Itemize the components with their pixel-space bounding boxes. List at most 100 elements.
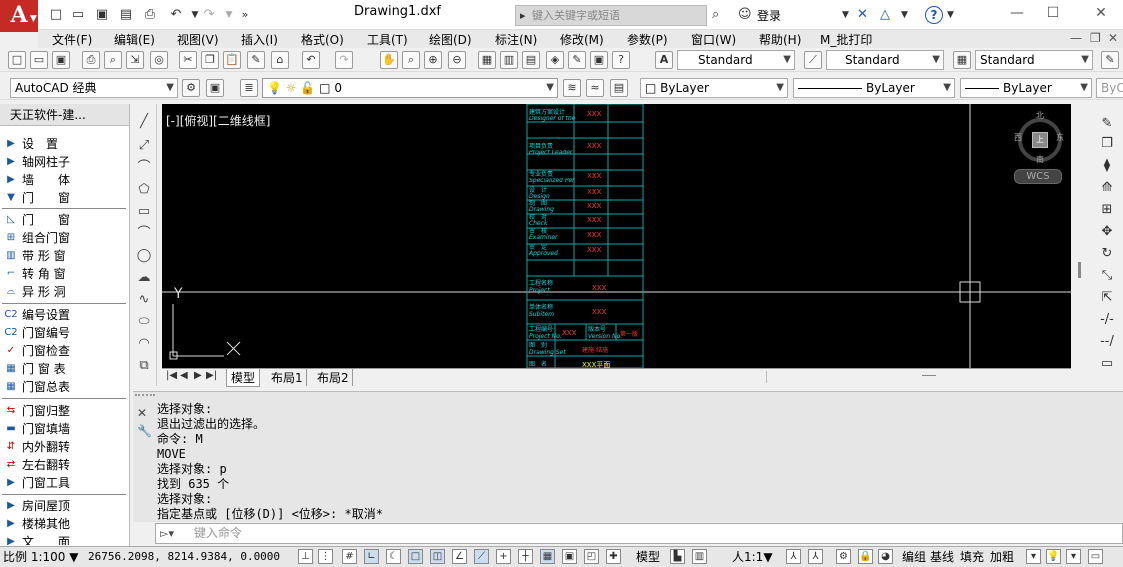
construction-line-icon[interactable]: ⤢ bbox=[135, 138, 153, 156]
zoom-window-icon[interactable]: ⊕ bbox=[424, 51, 442, 69]
publish-icon[interactable]: ⇲ bbox=[126, 51, 144, 69]
copy-object-icon[interactable]: ❐ bbox=[1098, 136, 1116, 154]
category-doors-windows[interactable]: ▼ 门 窗 bbox=[0, 189, 128, 207]
insert-block-icon[interactable]: ⧉ bbox=[135, 358, 153, 376]
table-style-icon[interactable]: ▦ bbox=[953, 51, 971, 69]
scale-icon[interactable]: ⤡ bbox=[1098, 268, 1116, 286]
text-style-dropdown[interactable]: Standard ▼ bbox=[677, 50, 795, 70]
close-button[interactable]: ✕ bbox=[1084, 2, 1118, 24]
category-rooms-roofs[interactable]: ▶ 房间屋顶 bbox=[0, 497, 128, 515]
customize-command-icon[interactable]: 🔧 bbox=[137, 424, 152, 438]
transparency-icon[interactable]: ▦ bbox=[540, 549, 555, 564]
plotstyle-dropdown[interactable]: ByCo bbox=[1096, 78, 1123, 98]
tab-model[interactable]: 模型 bbox=[226, 369, 261, 387]
model-space-button[interactable]: 模型 bbox=[636, 547, 660, 567]
viewcube-face[interactable]: 上 bbox=[1032, 132, 1048, 148]
linetype-dropdown[interactable]: ByLayer ▼ bbox=[793, 78, 955, 98]
layer-states-icon[interactable]: ▤ bbox=[610, 79, 628, 97]
menu-parameters[interactable]: 参数(P) bbox=[627, 31, 668, 48]
copy-icon[interactable]: ❐ bbox=[201, 51, 219, 69]
tab-layout1[interactable]: 布局1 bbox=[268, 369, 307, 386]
command-input[interactable]: ▻▾ 键入命令 bbox=[155, 523, 1123, 544]
tool-corner-window[interactable]: ⌐ 转 角 窗 bbox=[0, 265, 128, 283]
tool-strip-window[interactable]: ▥ 带 形 窗 bbox=[0, 247, 128, 265]
coordinates-readout[interactable]: 26756.2098, 8214.9384, 0.0000 bbox=[88, 547, 280, 567]
ortho-icon[interactable]: ∟ bbox=[364, 549, 379, 564]
extend-icon[interactable]: --/ bbox=[1098, 334, 1116, 352]
login-dropdown-icon[interactable]: ▼ bbox=[842, 7, 849, 23]
help-icon[interactable]: ? bbox=[612, 51, 630, 69]
tab-next-icon[interactable]: ▶ bbox=[194, 370, 202, 381]
doc-minimize-button[interactable]: — bbox=[1070, 31, 1082, 45]
tab-prev-icon[interactable]: ◀ bbox=[180, 370, 188, 381]
menu-help[interactable]: 帮助(H) bbox=[759, 31, 801, 48]
menu-window[interactable]: 窗口(W) bbox=[691, 31, 736, 48]
menu-tools[interactable]: 工具(T) bbox=[367, 31, 408, 48]
annotation-monitor-icon[interactable]: ✚ bbox=[606, 549, 621, 564]
rectangle-icon[interactable]: ▭ bbox=[135, 204, 153, 222]
layer-previous-icon[interactable]: ≈ bbox=[586, 79, 604, 97]
snap-icon[interactable]: ⋮ bbox=[318, 549, 333, 564]
grip-handle[interactable] bbox=[135, 394, 155, 402]
tarch-panel-title[interactable]: 天正软件-建... bbox=[0, 104, 129, 126]
menu-format[interactable]: 格式(O) bbox=[301, 31, 344, 48]
tool-shaped-opening[interactable]: ⌓ 异 形 洞 bbox=[0, 283, 128, 301]
trim-icon[interactable]: -/- bbox=[1098, 312, 1116, 330]
menu-modify[interactable]: 修改(M) bbox=[560, 31, 604, 48]
baseline-button[interactable]: 基线 bbox=[930, 547, 954, 567]
match-properties-icon[interactable]: ✎ bbox=[247, 51, 265, 69]
circle-icon[interactable]: ◯ bbox=[135, 248, 153, 266]
minimize-button[interactable]: — bbox=[1000, 2, 1034, 24]
category-axis-columns[interactable]: ▶ 轴网柱子 bbox=[0, 153, 128, 171]
menu-draw[interactable]: 绘图(D) bbox=[429, 31, 472, 48]
doc-restore-button[interactable]: ❐ bbox=[1090, 31, 1101, 45]
undo-icon[interactable]: ↶ bbox=[167, 6, 185, 24]
table-style-dropdown[interactable]: Standard ▼ bbox=[975, 50, 1093, 70]
workspace-switch-icon[interactable]: ⚙ bbox=[836, 549, 851, 564]
undo-icon[interactable]: ↶ bbox=[302, 51, 320, 69]
hardware-acceleration-icon[interactable]: ◕ bbox=[878, 549, 893, 564]
tool-flip-inout[interactable]: ⇵ 内外翻转 bbox=[0, 438, 128, 456]
annotation-scale[interactable]: 比例 1:100 ▼ bbox=[3, 547, 78, 567]
toolbar-lock-icon[interactable]: 🔒 bbox=[858, 549, 873, 564]
menu-edit[interactable]: 编辑(E) bbox=[114, 31, 155, 48]
tool-combined-window[interactable]: ⊞ 组合门窗 bbox=[0, 229, 128, 247]
workspace-icon[interactable]: ▣ bbox=[206, 79, 224, 97]
plot-preview-icon[interactable]: ⌕ bbox=[104, 51, 122, 69]
open-icon[interactable]: ▭ bbox=[30, 51, 48, 69]
dim-style-dropdown[interactable]: Standard ▼ bbox=[826, 50, 944, 70]
tool-window-numbering[interactable]: C2 门窗编号 bbox=[0, 324, 128, 342]
paste-icon[interactable]: 📋 bbox=[223, 51, 241, 69]
drawing-canvas[interactable]: [-][俯视][二维线框] 建筑方案设计Designer of the Arch… bbox=[162, 104, 1071, 368]
tool-window-summary[interactable]: ▦ 门窗总表 bbox=[0, 378, 128, 396]
rotate-icon[interactable]: ↻ bbox=[1098, 246, 1116, 264]
dynamic-label-icon[interactable]: ▾ bbox=[1026, 549, 1041, 564]
binoculars-icon[interactable]: ⌕ bbox=[712, 7, 719, 23]
customize-toolbar-icon[interactable]: » bbox=[236, 6, 254, 24]
tool-window-fill-wall[interactable]: ▬ 门窗填墙 bbox=[0, 420, 128, 438]
grid-icon[interactable]: # bbox=[342, 549, 357, 564]
tool-palettes-icon[interactable]: ▤ bbox=[522, 51, 540, 69]
workspace-settings-icon[interactable]: ⚙ bbox=[182, 79, 200, 97]
arc-icon[interactable]: ⌒ bbox=[135, 226, 153, 244]
annotation-visibility-icon[interactable]: ⅄ bbox=[786, 549, 801, 564]
lineweight-dropdown[interactable]: ByLayer ▼ bbox=[960, 78, 1092, 98]
new-icon[interactable]: □ bbox=[47, 6, 65, 24]
tab-layout2[interactable]: 布局2 bbox=[314, 369, 353, 386]
maximize-button[interactable]: ☐ bbox=[1036, 2, 1070, 24]
offset-icon[interactable]: ⟰ bbox=[1098, 180, 1116, 198]
exchange-icon[interactable]: ✕ bbox=[857, 7, 868, 23]
text-style-icon[interactable]: A bbox=[655, 51, 673, 69]
save-as-icon[interactable]: ▤ bbox=[117, 6, 135, 24]
plot-icon[interactable]: ⎙ bbox=[141, 6, 159, 24]
redo-icon[interactable]: ↷ bbox=[200, 6, 218, 24]
erase-icon[interactable]: ✎ bbox=[1098, 116, 1116, 134]
menu-batch-plot[interactable]: M_批打印 bbox=[820, 31, 872, 48]
canvas-vertical-scrollbar[interactable] bbox=[1071, 104, 1088, 368]
make-current-layer-icon[interactable]: ≋ bbox=[563, 79, 581, 97]
osnap-icon[interactable]: □ bbox=[408, 549, 423, 564]
save-icon[interactable]: ▣ bbox=[93, 6, 111, 24]
quick-view-drawings-icon[interactable]: ▥ bbox=[692, 549, 707, 564]
sheet-set-icon[interactable]: ◈ bbox=[546, 51, 564, 69]
quick-properties-icon[interactable]: ▣ bbox=[562, 549, 577, 564]
